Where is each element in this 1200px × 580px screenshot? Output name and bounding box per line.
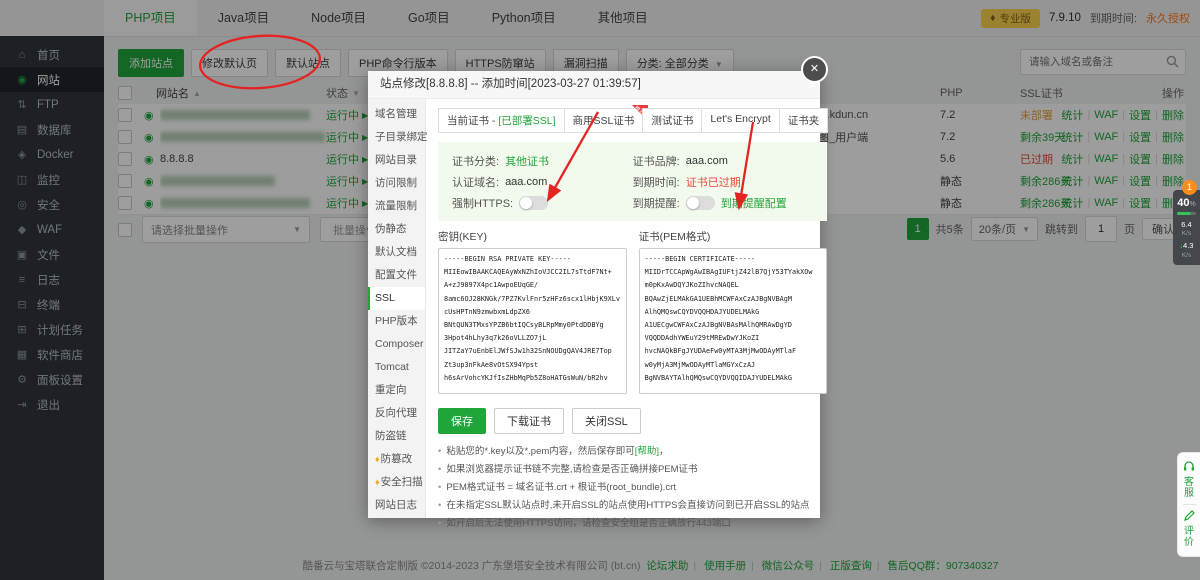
site-edit-modal: 站点修改[8.8.8.8] -- 添加时间[2023-03-27 01:39:5… [368,71,820,518]
tab-lets-encrypt[interactable]: Let's Encrypt [701,108,779,133]
download-cert-button[interactable]: 下载证书 [494,408,564,434]
expire-remind-label: 到期提醒: [633,195,680,211]
up-speed: 6.4 [1181,220,1191,229]
tab-current-cert[interactable]: 当前证书 - [已部署SSL] [438,108,565,133]
menu-site-log[interactable]: 网站日志 [368,494,425,517]
customer-service-button[interactable]: 客服 [1184,477,1195,499]
pencil-icon [1184,510,1195,521]
divider [1183,504,1196,505]
cert-type-label: 证书分类: [452,153,499,169]
pem-cert-textarea[interactable]: -----BEGIN CERTIFICATE----- MIIDrTCCApWg… [639,248,828,394]
remind-config-link[interactable]: 到期提醒配置 [721,195,787,211]
menu-access-limit[interactable]: 访问限制 [368,172,425,195]
menu-ssl[interactable]: SSL [368,287,425,310]
save-button[interactable]: 保存 [438,408,486,434]
private-key-textarea[interactable]: -----BEGIN RSA PRIVATE KEY----- MIIEowIB… [438,248,627,394]
menu-site-dir[interactable]: 网站目录 [368,149,425,172]
cert-expire-value: 证书已过期 [686,174,741,190]
menu-anti-leech[interactable]: 防盗链 [368,425,425,448]
pro-diamond-icon: ♦ [375,454,380,464]
menu-tomcat[interactable]: Tomcat [368,356,425,379]
notification-badge[interactable]: 1 [1182,180,1197,195]
menu-redirect[interactable]: 重定向 [368,379,425,402]
load-bar [1177,212,1196,215]
percent-unit: % [1190,201,1196,208]
cert-expire-label: 到期时间: [633,174,680,190]
auth-domain-value: aaa.com [505,176,547,188]
menu-subdir-bind[interactable]: 子目录绑定 [368,126,425,149]
cpu-percent: 40 [1177,197,1189,209]
up-speed-unit: K/s [1175,229,1198,238]
cert-type-value: 其他证书 [505,153,549,169]
force-https-toggle[interactable] [519,196,548,210]
cert-brand-value: aaa.com [686,155,728,167]
down-speed: 4.3 [1183,241,1193,250]
auth-domain-label: 认证域名: [452,174,499,190]
close-ssl-button[interactable]: 关闭SSL [572,408,641,434]
tab-commercial-ssl[interactable]: 商用SSL证书推荐 [564,108,644,133]
menu-traffic-limit[interactable]: 流量限制 [368,195,425,218]
quick-sidebar: 客服 评价 [1177,452,1200,557]
menu-tamper-proof[interactable]: ♦防篡改 [368,448,425,471]
menu-security-scan[interactable]: ♦安全扫描 [368,471,425,494]
modal-menu: 域名管理 子目录绑定 网站目录 访问限制 流量限制 伪静态 默认文档 配置文件 … [368,99,426,518]
menu-config-file[interactable]: 配置文件 [368,264,425,287]
menu-rewrite[interactable]: 伪静态 [368,218,425,241]
cert-brand-label: 证书品牌: [633,153,680,169]
pro-diamond-icon: ♦ [375,477,380,487]
down-speed-unit: K/s [1175,251,1198,260]
feedback-button[interactable]: 评价 [1184,526,1195,548]
tab-cert-folder[interactable]: 证书夹 [779,108,829,133]
tab-test-cert[interactable]: 测试证书 [642,108,702,133]
resource-monitor-widget[interactable]: 1 40% 6.4K/s ↓4.3K/s [1173,190,1200,265]
cert-info-panel: 证书分类: 其他证书 认证域名: aaa.com 强制HTTPS: 证书品牌: aaa… [438,142,827,221]
menu-php-version[interactable]: PHP版本 [368,310,425,333]
menu-reverse-proxy[interactable]: 反向代理 [368,402,425,425]
ssl-help-notes: 粘贴您的*.key以及*.pem内容，然后保存即可[帮助]， 如果浏览器提示证书… [438,443,827,533]
key-label: 密钥(KEY) [438,229,627,244]
help-link[interactable]: [帮助] [635,446,659,457]
menu-composer[interactable]: Composer [368,333,425,356]
menu-default-doc[interactable]: 默认文档 [368,241,425,264]
modal-title: 站点修改[8.8.8.8] -- 添加时间[2023-03-27 01:39:5… [368,71,820,99]
expire-remind-toggle[interactable] [686,196,715,210]
ssl-tabs: 当前证书 - [已部署SSL] 商用SSL证书推荐 测试证书 Let's Enc… [438,108,827,133]
modal-close-button[interactable]: ✕ [801,56,828,83]
headset-icon [1183,461,1195,472]
close-icon: ✕ [810,63,819,75]
menu-domain-manage[interactable]: 域名管理 [368,103,425,126]
pem-label: 证书(PEM格式) [639,229,828,244]
ssl-panel: 当前证书 - [已部署SSL] 商用SSL证书推荐 测试证书 Let's Enc… [426,99,839,518]
force-https-label: 强制HTTPS: [452,195,513,211]
